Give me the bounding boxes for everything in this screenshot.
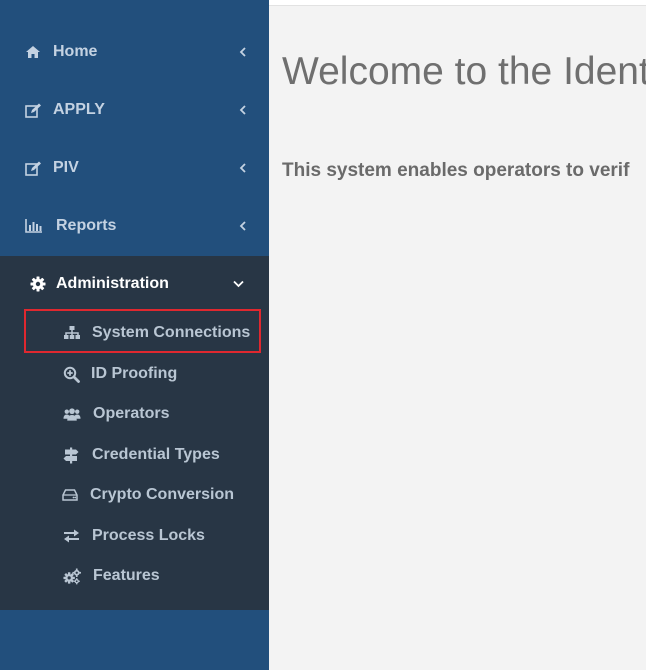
- chevron-left-icon: [236, 220, 248, 232]
- bar-chart-icon: [25, 217, 43, 235]
- sidebar-item-piv[interactable]: PIV: [0, 140, 269, 196]
- admin-item-label: Process Locks: [92, 527, 205, 544]
- chevron-left-icon: [236, 46, 248, 58]
- home-icon: [24, 43, 42, 61]
- chevron-left-icon: [236, 162, 248, 174]
- admin-item-features[interactable]: Features: [0, 558, 269, 594]
- sidebar-item-label: APPLY: [53, 101, 105, 118]
- admin-item-credential-types[interactable]: Credential Types: [0, 437, 269, 473]
- sidebar-item-label: Home: [53, 43, 98, 60]
- admin-item-crypto-conversion[interactable]: Crypto Conversion: [0, 477, 269, 513]
- page-description: This system enables operators to verif: [282, 160, 630, 181]
- admin-item-label: ID Proofing: [91, 365, 178, 382]
- sidebar-item-reports[interactable]: Reports: [0, 198, 269, 254]
- admin-item-system-connections[interactable]: System Connections: [0, 315, 269, 351]
- sidebar-item-home[interactable]: Home: [0, 24, 269, 80]
- edit-icon: [24, 101, 42, 119]
- signpost-icon: [62, 446, 80, 464]
- page-title: Welcome to the Ident: [282, 50, 646, 93]
- gears-icon: [63, 567, 81, 585]
- admin-item-operators[interactable]: Operators: [0, 396, 269, 432]
- sidebar-item-administration[interactable]: Administration: [0, 256, 269, 312]
- admin-item-label: Operators: [93, 405, 170, 422]
- main-content: [269, 0, 646, 670]
- admin-item-label: Crypto Conversion: [90, 486, 235, 503]
- admin-item-label: Features: [93, 567, 160, 584]
- admin-item-label: System Connections: [92, 324, 251, 341]
- sidebar-item-label: Administration: [56, 275, 169, 292]
- sidebar-item-apply[interactable]: APPLY: [0, 82, 269, 138]
- gear-icon: [29, 275, 47, 293]
- sidebar: Home APPLY PIV Reports Administration Sy…: [0, 0, 269, 670]
- sitemap-icon: [63, 324, 81, 342]
- admin-item-label: Credential Types: [92, 446, 220, 463]
- sidebar-item-label: Reports: [56, 217, 117, 234]
- sidebar-item-label: PIV: [53, 159, 79, 176]
- search-plus-icon: [62, 365, 80, 383]
- drive-icon: [61, 486, 79, 504]
- chevron-left-icon: [236, 104, 248, 116]
- exchange-icon: [62, 527, 80, 545]
- admin-item-id-proofing[interactable]: ID Proofing: [0, 356, 269, 392]
- edit-icon: [24, 159, 42, 177]
- admin-item-process-locks[interactable]: Process Locks: [0, 518, 269, 554]
- chevron-down-icon: [232, 278, 244, 290]
- users-icon: [63, 405, 81, 423]
